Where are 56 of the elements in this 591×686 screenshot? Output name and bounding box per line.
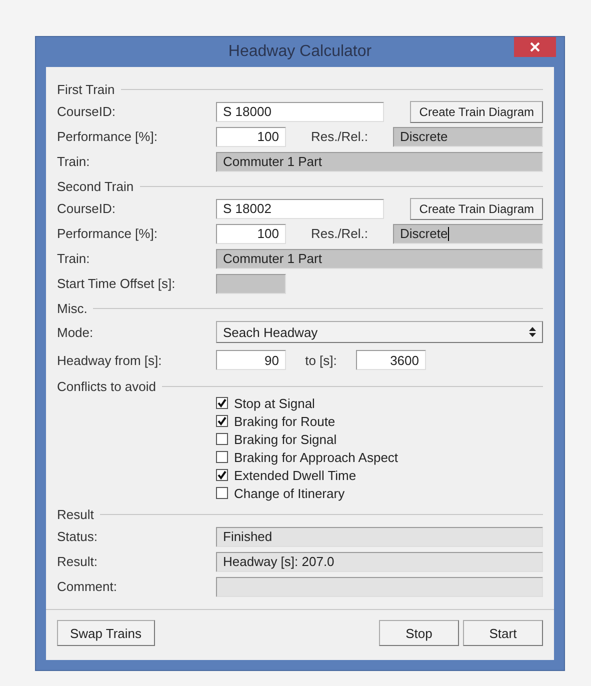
field-label: Mode: bbox=[57, 324, 94, 340]
section-title: Conflicts to avoid bbox=[57, 378, 156, 394]
section-title: Misc. bbox=[57, 300, 88, 316]
action-button[interactable]: Start bbox=[463, 620, 543, 646]
checkbox-label: Stop at Signal bbox=[234, 396, 315, 410]
action-button[interactable]: Stop bbox=[379, 620, 459, 646]
create-diagram-button[interactable]: Create Train Diagram bbox=[410, 100, 543, 122]
create-diagram-button[interactable]: Create Train Diagram bbox=[410, 198, 543, 220]
checkbox[interactable] bbox=[216, 487, 228, 499]
input-field[interactable]: 100 bbox=[216, 126, 286, 146]
field-label: Train: bbox=[57, 251, 91, 266]
field-label: Train: bbox=[57, 154, 91, 169]
checkbox-label: Extended Dwell Time bbox=[234, 468, 356, 482]
field-label: Res./Rel.: bbox=[310, 129, 370, 144]
field-label: Performance [%]: bbox=[57, 129, 158, 144]
checkbox-label: Braking for Route bbox=[234, 414, 336, 428]
field-label: to [s]: bbox=[304, 352, 338, 368]
readonly-field[interactable]: Commuter 1 Part bbox=[216, 152, 543, 172]
input-field[interactable]: 100 bbox=[216, 224, 286, 244]
field-label: Status: bbox=[57, 529, 98, 544]
field-label: Result: bbox=[57, 554, 98, 569]
close-icon bbox=[530, 42, 540, 52]
checkbox[interactable] bbox=[216, 415, 228, 427]
readonly-field[interactable] bbox=[216, 576, 543, 596]
readonly-field[interactable]: Finished bbox=[216, 526, 543, 546]
updown-icon bbox=[529, 327, 536, 337]
checkbox-label: Change of Itinerary bbox=[234, 486, 345, 500]
field-label: Performance [%]: bbox=[57, 226, 158, 241]
field-label: CourseID: bbox=[57, 201, 117, 216]
field-label: Start Time Offset [s]: bbox=[57, 276, 176, 291]
checkbox[interactable] bbox=[216, 433, 228, 445]
section-title: Second Train bbox=[57, 178, 134, 194]
readonly-field[interactable]: Headway [s]: 207.0 bbox=[216, 552, 543, 572]
checkbox[interactable] bbox=[216, 397, 228, 409]
input-field[interactable]: S 18002 bbox=[216, 198, 384, 218]
readonly-field[interactable] bbox=[216, 274, 286, 294]
field-label: Comment: bbox=[57, 579, 118, 594]
readonly-field[interactable]: Discrete bbox=[393, 224, 543, 244]
section-title: First Train bbox=[57, 82, 115, 96]
field-label: Headway from [s]: bbox=[57, 352, 163, 368]
input-field[interactable]: S 18000 bbox=[216, 102, 384, 122]
close-button[interactable] bbox=[514, 37, 556, 57]
readonly-field[interactable]: Discrete bbox=[393, 126, 543, 146]
section-title: Result bbox=[57, 506, 94, 522]
input-field[interactable]: 90 bbox=[216, 350, 286, 370]
checkbox-label: Braking for Approach Aspect bbox=[234, 450, 398, 464]
field-label: Res./Rel.: bbox=[310, 226, 370, 241]
swap-button[interactable]: Swap Trains bbox=[57, 620, 155, 646]
input-field[interactable]: 3600 bbox=[356, 350, 426, 370]
checkbox-label: Braking for Signal bbox=[234, 432, 337, 446]
checkbox[interactable] bbox=[216, 451, 228, 463]
readonly-field[interactable]: Commuter 1 Part bbox=[216, 248, 543, 268]
field-label: CourseID: bbox=[57, 104, 117, 119]
mode-dropdown[interactable]: Seach Headway bbox=[216, 321, 543, 343]
checkbox[interactable] bbox=[216, 469, 228, 481]
window-title: Headway Calculator bbox=[228, 43, 372, 61]
